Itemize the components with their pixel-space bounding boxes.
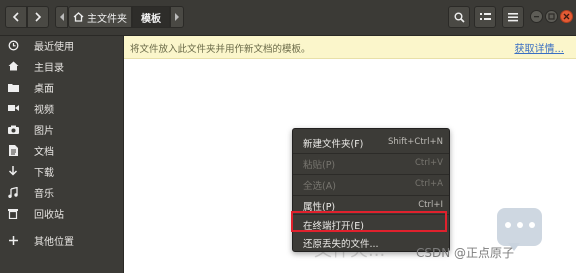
menu-item-paste[interactable]: 粘贴(P) Ctrl+V (293, 153, 449, 173)
sidebar-item-desktop[interactable]: 桌面 (0, 77, 123, 97)
menu-item-shortcut: Ctrl+I (418, 200, 443, 210)
sidebar-item-pictures[interactable]: 图片 (0, 119, 123, 139)
sidebar-item-label: 主目录 (34, 62, 64, 74)
sidebar-item-documents[interactable]: 文档 (0, 140, 123, 160)
sidebar-item-label: 最近使用 (34, 41, 74, 53)
home-icon (7, 60, 19, 72)
header-bar: 主文件夹 模板 (0, 0, 576, 36)
highlight-box (291, 211, 447, 232)
close-button[interactable] (560, 10, 573, 23)
menu-item-new-folder[interactable]: 新建文件夹(F) Shift+Ctrl+N (293, 132, 449, 152)
sidebar-item-label: 音乐 (34, 188, 54, 200)
sidebar-item-home[interactable]: 主目录 (0, 56, 123, 76)
menu-item-label: 全选(A) (303, 181, 336, 192)
menu-item-label: 新建文件夹(F) (303, 139, 364, 150)
sidebar-item-label: 图片 (34, 125, 54, 137)
sidebar-item-other-locations[interactable]: 其他位置 (0, 230, 123, 250)
view-toggle-button[interactable] (474, 6, 496, 28)
list-view-icon (479, 13, 491, 20)
triangle-right-icon (175, 13, 179, 21)
sidebar-item-label: 视频 (34, 104, 54, 116)
menu-item-select-all[interactable]: 全选(A) Ctrl+A (293, 174, 449, 194)
menu-item-label: 粘贴(P) (303, 160, 336, 171)
sidebar-item-music[interactable]: 音乐 (0, 182, 123, 202)
folder-icon (7, 81, 19, 93)
maximize-icon (548, 13, 555, 20)
chevron-left-icon (12, 12, 19, 22)
minimize-button[interactable] (530, 10, 543, 23)
download-icon (7, 165, 19, 177)
info-bar: 将文件放入此文件夹并用作新文档的模板。 获取详情... (124, 36, 576, 59)
forward-button[interactable] (27, 6, 49, 28)
chat-bubble-icon (497, 208, 542, 246)
learn-more-link[interactable]: 获取详情... (514, 40, 564, 55)
menu-item-label: 还原丢失的文件... (303, 239, 379, 250)
menu-item-shortcut: Shift+Ctrl+N (387, 137, 443, 147)
sidebar-item-downloads[interactable]: 下载 (0, 161, 123, 181)
search-button[interactable] (448, 6, 470, 28)
menu-item-shortcut: Ctrl+V (414, 158, 443, 168)
plus-icon (7, 234, 19, 246)
clock-icon (7, 39, 19, 51)
breadcrumb-current-label: 模板 (141, 13, 161, 25)
breadcrumb-scroll-left-button[interactable] (55, 6, 68, 28)
sidebar-item-label: 文档 (34, 146, 54, 158)
search-icon (454, 12, 465, 23)
document-icon (7, 144, 19, 156)
triangle-left-icon (59, 13, 64, 21)
close-icon (563, 13, 570, 20)
breadcrumb-current[interactable]: 模板 (132, 6, 170, 28)
breadcrumb-scroll-right-button[interactable] (170, 6, 184, 28)
home-icon (73, 12, 84, 22)
back-button[interactable] (5, 6, 27, 28)
sidebar-item-label: 回收站 (34, 209, 64, 221)
info-bar-text: 将文件放入此文件夹并用作新文档的模板。 (130, 44, 311, 55)
camera-icon (7, 123, 19, 135)
music-icon (7, 186, 19, 198)
menu-button[interactable] (502, 6, 524, 28)
maximize-button[interactable] (545, 10, 558, 23)
sidebar-item-trash[interactable]: 回收站 (0, 203, 123, 223)
sidebar-item-recent[interactable]: 最近使用 (0, 35, 123, 55)
watermark-text: CSDN @正点原子 (416, 246, 515, 260)
menu-item-shortcut: Ctrl+A (414, 179, 443, 189)
hamburger-icon (508, 13, 518, 22)
sidebar-item-label: 其他位置 (34, 236, 74, 248)
context-menu: 新建文件夹(F) Shift+Ctrl+N 粘贴(P) Ctrl+V 全选(A)… (292, 128, 450, 252)
breadcrumb-home[interactable]: 主文件夹 (68, 6, 132, 28)
trash-icon (7, 207, 19, 219)
video-icon (7, 102, 19, 114)
minimize-icon (534, 16, 539, 18)
sidebar-item-label: 下载 (34, 167, 54, 179)
chevron-right-icon (35, 12, 42, 22)
breadcrumb-home-label: 主文件夹 (87, 13, 127, 25)
sidebar: 最近使用 主目录 桌面 视频 图片 文档 下载 音乐 回收站 其他位置 (0, 36, 124, 273)
sidebar-item-label: 桌面 (34, 83, 54, 95)
sidebar-item-videos[interactable]: 视频 (0, 98, 123, 118)
